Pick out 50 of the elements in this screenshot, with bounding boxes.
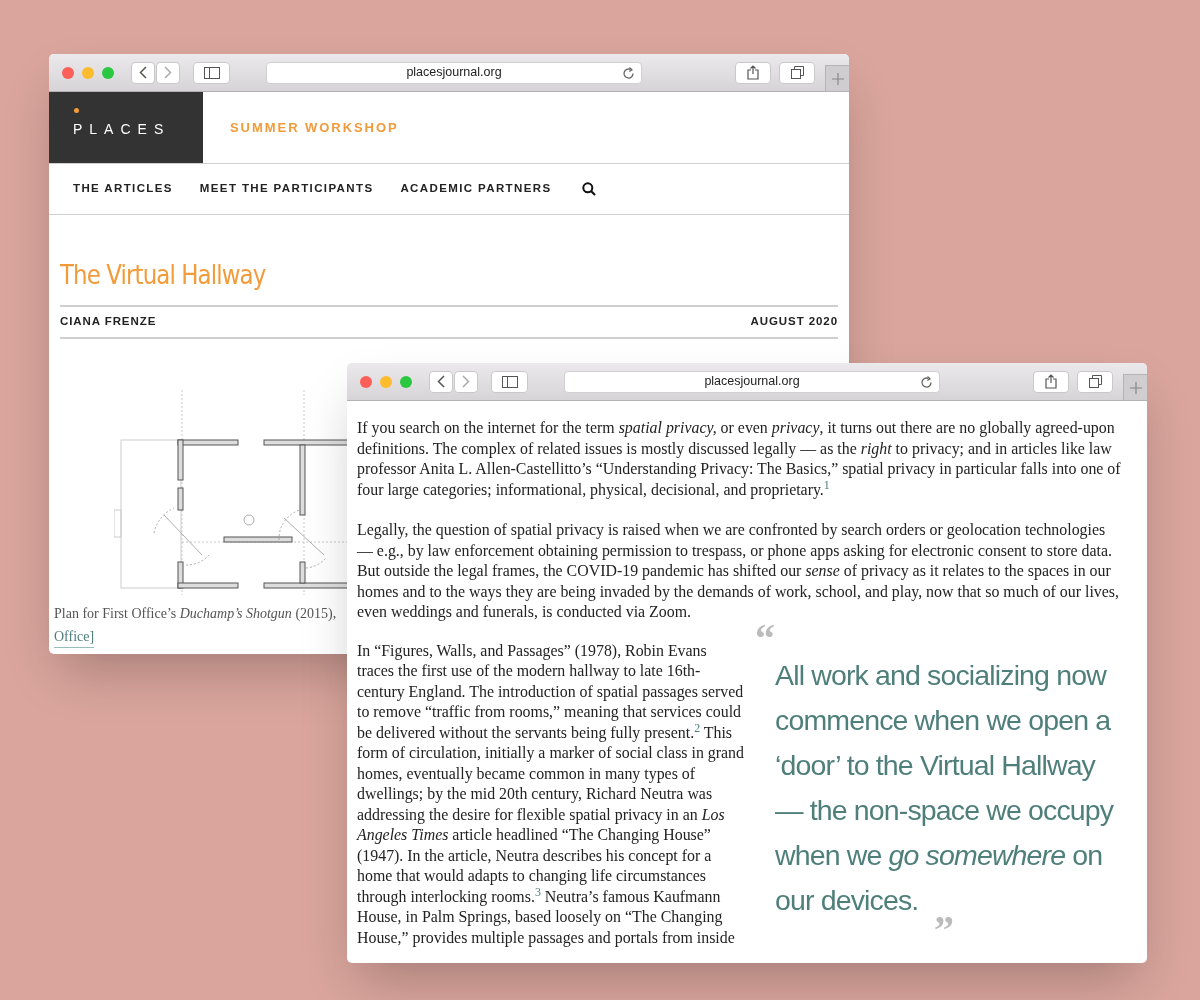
- sidebar-icon: [203, 66, 220, 79]
- share-icon: [747, 65, 759, 80]
- nav-link[interactable]: THE ARTICLES: [73, 180, 173, 198]
- publish-date: AUGUST 2020: [750, 314, 838, 330]
- share-icon: [1045, 374, 1057, 389]
- pull-quote: All work and socializing now commence when we open a ‘door’ to the Virtual Hallway — the non-space we occupy when we go somewhere on our devices.: [775, 657, 1115, 917]
- reload-icon: [622, 66, 635, 80]
- share-button[interactable]: [1033, 370, 1069, 393]
- forward-icon: [462, 375, 470, 388]
- body-paragraph: If you search on the internet for the term spatial privacy, or even privacy, it turns out there are no globally agreed-upon definitions. The complex of related issues is mostly discussed legally — as the right to privacy; and in articles like law professor Anita L. Allen-Castellitto’s “Understanding Privacy: The Basics,” spatial privacy in particular falls into one of four large categories; informational, physical, decisional, and proprietary.$^{1}$: [357, 418, 1122, 500]
- forward-button[interactable]: [156, 61, 180, 84]
- figure-credit-link[interactable]: Office]: [54, 626, 95, 648]
- figure-caption: Plan for First Office’s Duchamp’s Shotgun (2015),: [54, 605, 337, 623]
- tabs-icon: [790, 66, 804, 79]
- forward-icon: [164, 66, 172, 79]
- sidebar-icon: [501, 375, 518, 388]
- forward-button[interactable]: [454, 370, 478, 393]
- tabs-icon: [1088, 375, 1102, 388]
- maximize-button[interactable]: [400, 375, 412, 388]
- reload-icon: [920, 375, 933, 389]
- body-paragraph: In “Figures, Walls, and Passages” (1978), Robin Evans traces the first use of the modern hallway to late 16th-century England. The introduction of spatial passages served to remove “traffic from rooms,” meaning that services could be delivered without the servants being fully present.$^{2}$ This form of circulation, initially a marker of social class in grand homes, eventually became common in many types of dwellings; by the mid 20th century, Richard Neutra was addressing the desire for flexible spatial privacy in an Los Angeles Times article headlined “The Changing House” (1947). In the article, Neutra describes his concept for a home that would adapts to changing life circumstances through interlocking rooms.$^{3}$ Neutra’s famous Kaufmann House, in Palm Springs, based loosely on “The Changing House,” provides multiple passages and portals from inside: [357, 640, 745, 948]
- back-icon: [139, 66, 147, 79]
- maximize-button[interactable]: [102, 66, 114, 79]
- address-field[interactable]: placesjournal.org: [266, 61, 642, 84]
- back-icon: [437, 375, 445, 388]
- author-name: CIANA FRENZE: [60, 314, 157, 330]
- logo-block[interactable]: PLACES: [49, 92, 203, 163]
- logo-text: PLACES: [73, 119, 171, 139]
- sidebar-button[interactable]: [491, 370, 528, 393]
- body-paragraph: Legally, the question of spatial privacy is raised when we are confronted by search orders or geolocation technologies — e.g., by law enforcement obtaining permission to trespass, or phone apps asking for electronic consent to store data. But outside the legal frames, the COVID-19 pandemic has shifted our sense of privacy as it relates to the spaces in our homes and to the ways they are being invaded by the demands of work, school, and play, now that so much of our lives, even weddings and funerals, is conducted via Zoom.: [357, 520, 1120, 623]
- back-button[interactable]: [131, 61, 155, 84]
- address-field[interactable]: placesjournal.org: [564, 370, 940, 393]
- close-button[interactable]: [360, 375, 372, 388]
- new-tab-button[interactable]: [825, 65, 849, 91]
- nav-link[interactable]: ACADEMIC PARTNERS: [400, 180, 552, 198]
- search-icon[interactable]: [582, 182, 597, 196]
- sidebar-button[interactable]: [193, 61, 230, 84]
- new-tab-button[interactable]: [1123, 374, 1147, 400]
- plus-icon: [831, 72, 844, 85]
- plus-icon: [1129, 381, 1142, 394]
- tabs-button[interactable]: [779, 61, 815, 84]
- minimize-button[interactable]: [380, 375, 392, 388]
- tabs-button[interactable]: [1077, 370, 1113, 393]
- share-button[interactable]: [735, 61, 771, 84]
- back-button[interactable]: [429, 370, 453, 393]
- article-title: The Virtual Hallway: [60, 258, 266, 292]
- close-button[interactable]: [62, 66, 74, 79]
- minimize-button[interactable]: [82, 66, 94, 79]
- close-quote-mark: ”: [934, 914, 954, 945]
- nav-link[interactable]: MEET THE PARTICIPANTS: [199, 180, 374, 198]
